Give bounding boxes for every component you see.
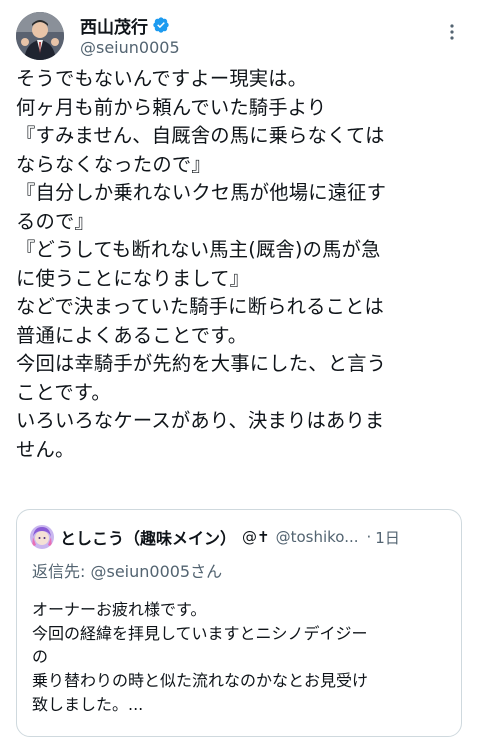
display-name-row: 西山茂行 xyxy=(80,13,180,38)
tweet-line: ことです。 xyxy=(16,380,111,404)
author-handle[interactable]: @seiun0005 xyxy=(80,38,180,57)
tweet-line: 今回は幸騎手が先約を大事にした、と言う xyxy=(16,352,387,375)
tweet-body: そうでもないんですよー現実は。 何ヶ月も前から頼んでいた騎手より 『すみません、… xyxy=(16,65,466,464)
quoted-line: 今回の経緯を拝見していますとニシノデイジー xyxy=(32,623,368,643)
quoted-author-badge: @✝ xyxy=(242,528,270,546)
tweet-line: そうでもないんですよー現実は。 xyxy=(16,67,308,90)
tweet-line: に使うことになりまして』 xyxy=(16,266,250,290)
quoted-reply-to: 返信先: @seiun0005さん xyxy=(32,562,223,581)
quoted-line: の xyxy=(32,647,49,667)
author-names: 西山茂行 @seiun0005 xyxy=(80,14,180,57)
avatar-image xyxy=(16,12,64,60)
tweet-line: などで決まっていた騎手に断られることは xyxy=(16,295,385,318)
tweet-line: 『自分しか乗れないクセ馬が他場に遠征す xyxy=(16,181,387,204)
quoted-author-avatar[interactable] xyxy=(30,525,54,549)
quoted-line: 乗り替わりの時と似た流れなのかなとお見受け xyxy=(32,671,369,691)
quoted-tweet-body: オーナーお疲れ様です。 今回の経緯を拝見していますとニシノデイジー の 乗り替わ… xyxy=(32,598,452,717)
tweet-line: せん。 xyxy=(16,437,75,461)
tweet-line: 『すみません、自厩舎の馬に乗らなくては xyxy=(16,124,385,147)
verified-badge-icon xyxy=(152,16,170,34)
tweet-line: るので』 xyxy=(16,209,94,233)
author-avatar[interactable] xyxy=(16,12,64,60)
tweet-line: 普通によくあることです。 xyxy=(16,323,248,347)
quoted-line: 致しました。... xyxy=(32,694,144,714)
more-options-icon[interactable] xyxy=(442,22,462,42)
quoted-author-handle[interactable]: @toshiko... xyxy=(276,528,359,546)
tweet-line: 何ヶ月も前から頼んでいた騎手より xyxy=(16,95,327,119)
author-display-name[interactable]: 西山茂行 xyxy=(80,13,148,38)
tweet-line: いろいろなケースがあり、決まりはありま xyxy=(16,409,385,432)
tweet-line: 『どうしても断れない馬主(厩舎)の馬が急 xyxy=(16,238,381,261)
quoted-tweet-card[interactable]: としこう（趣味メイン） @✝ @toshiko... · 1日 返信先: @se… xyxy=(16,509,462,737)
quoted-line: オーナーお疲れ様です。 xyxy=(32,600,207,619)
tweet-header: 西山茂行 @seiun0005 xyxy=(16,12,464,64)
quoted-separator: · xyxy=(366,528,372,546)
tweet-line: ならなくなったので』 xyxy=(16,152,211,176)
quoted-timestamp[interactable]: 1日 xyxy=(375,527,400,548)
quoted-author-name[interactable]: としこう（趣味メイン） xyxy=(60,525,236,549)
quoted-tweet-header: としこう（趣味メイン） @✝ @toshiko... · 1日 xyxy=(30,524,449,550)
